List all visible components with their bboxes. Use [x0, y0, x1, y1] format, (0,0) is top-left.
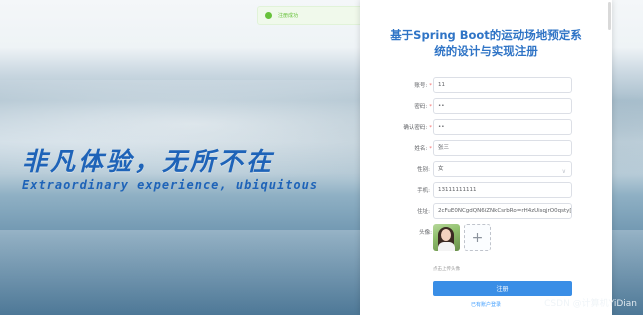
confirm-password-row: 确认密码: * ••: [360, 119, 612, 137]
address-row: 住址: 2cFuE0NCgdQN6iZNkCsrbRo=rH4zUisqjrO0…: [360, 203, 612, 221]
password-input[interactable]: ••: [433, 98, 572, 114]
toast-message: 注册成功: [278, 13, 299, 19]
name-row: 姓名: * 张三: [360, 140, 612, 158]
scrollbar[interactable]: [608, 2, 611, 30]
phone-label: 手机:: [417, 188, 430, 194]
register-button[interactable]: 注册: [433, 281, 572, 296]
csdn-watermark: CSDN @计算机YiDian: [544, 299, 637, 309]
gender-select-value: 女: [438, 166, 444, 172]
phone-row: 手机: 13111111111: [360, 182, 612, 200]
check-circle-icon: [265, 12, 272, 19]
gender-select[interactable]: 女 ∨: [433, 161, 572, 177]
hero-subline: Extraordinary experience, ubiquitous: [22, 178, 319, 192]
confirm-password-label: 确认密码: *: [403, 125, 432, 131]
avatar-label: 头像:: [419, 230, 432, 236]
password-label: 密码: *: [414, 104, 432, 110]
form-title-line1: 基于Spring Boot的运动场地预定系: [390, 28, 582, 42]
password-row: 密码: * ••: [360, 98, 612, 116]
form-title-line2: 统的设计与实现注册: [434, 44, 538, 58]
address-label: 住址:: [417, 209, 430, 215]
register-panel: 基于Spring Boot的运动场地预定系 统的设计与实现注册 账号: * 11 …: [360, 0, 612, 315]
confirm-password-input[interactable]: ••: [433, 119, 572, 135]
avatar-preview[interactable]: [433, 224, 460, 251]
upload-hint: 点击上传头像: [433, 267, 460, 272]
gender-row: 性别: 女 ∨: [360, 161, 612, 179]
address-input[interactable]: 2cFuE0NCgdQN6iZNkCsrbRo=rH4zUisqjrO0qsty…: [433, 203, 572, 219]
chevron-down-icon: ∨: [561, 168, 566, 175]
plus-icon[interactable]: +: [464, 224, 491, 251]
account-input[interactable]: 11: [433, 77, 572, 93]
phone-input[interactable]: 13111111111: [433, 182, 572, 198]
name-label: 姓名: *: [414, 146, 432, 152]
name-input[interactable]: 张三: [433, 140, 572, 156]
hero-headline: 非凡体验，无所不在: [22, 147, 275, 176]
gender-label: 性别:: [417, 167, 430, 173]
account-label: 账号: *: [414, 83, 432, 89]
account-row: 账号: * 11: [360, 77, 612, 95]
